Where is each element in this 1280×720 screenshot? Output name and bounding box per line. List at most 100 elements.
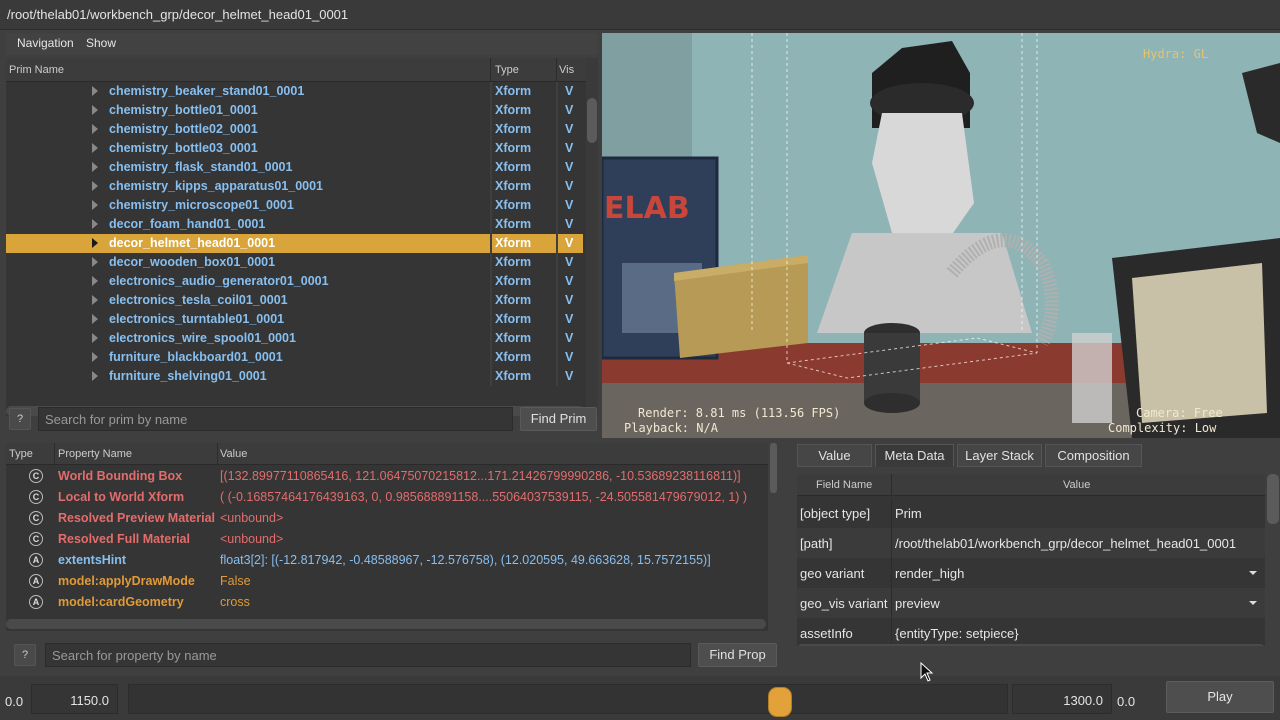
tree-row[interactable]: electronics_wire_spool01_0001 Xform V (6, 329, 583, 348)
property-row[interactable]: C Local to World Xform ( (-0.1685746417643… (6, 487, 768, 508)
tree-row[interactable]: chemistry_flask_stand01_0001 Xform V (6, 158, 583, 177)
tab-layer-stack[interactable]: Layer Stack (957, 444, 1042, 467)
prim-visibility[interactable]: V (565, 179, 573, 193)
expand-arrow-icon[interactable] (92, 124, 98, 134)
prim-visibility[interactable]: V (565, 141, 573, 155)
prim-visibility[interactable]: V (565, 312, 573, 326)
tree-row[interactable]: decor_foam_hand01_0001 Xform V (6, 215, 583, 234)
metadata-field-value[interactable]: render_high (895, 566, 964, 581)
property-row[interactable]: Amodel:applyDrawMode False (6, 571, 768, 592)
3d-viewport[interactable]: ELAB Hydra: GL Render: 8.81 ms (113.56 F… (602, 33, 1280, 438)
expand-arrow-icon[interactable] (92, 143, 98, 153)
metadata-row[interactable]: geo_vis variant preview (797, 588, 1265, 618)
property-search-input[interactable]: Search for property by name (45, 643, 691, 667)
col-field-name[interactable]: Field Name (816, 479, 872, 491)
prim-visibility[interactable]: V (565, 160, 573, 174)
col-prim-name[interactable]: Prim Name (9, 64, 64, 76)
tree-row[interactable]: chemistry_bottle03_0001 Xform V (6, 139, 583, 158)
prim-visibility[interactable]: V (565, 236, 573, 250)
find-prop-button[interactable]: Find Prop (698, 643, 777, 667)
property-row[interactable]: Amodel:cardGeometry cross (6, 592, 768, 613)
expand-arrow-icon[interactable] (92, 181, 98, 191)
metadata-table[interactable]: Field Name Value [object type] Prim [path]… (797, 474, 1265, 646)
tree-row[interactable]: furniture_shelving01_0001 Xform V (6, 367, 583, 386)
prim-visibility[interactable]: V (565, 331, 573, 345)
expand-arrow-icon[interactable] (92, 105, 98, 115)
expand-arrow-icon[interactable] (92, 219, 98, 229)
property-row[interactable]: C Resolved Full Material <unbound> (6, 529, 768, 550)
dropdown-arrow-icon[interactable] (1249, 571, 1257, 575)
tree-row[interactable]: chemistry_beaker_stand01_0001 Xform V (6, 82, 583, 101)
expand-arrow-icon[interactable] (92, 162, 98, 172)
property-horizontal-scrollbar[interactable] (6, 619, 766, 629)
property-table[interactable]: Type Property Name Value C World Bounding… (6, 443, 768, 631)
tree-vertical-scrollbar[interactable] (586, 58, 598, 416)
col-prop-value[interactable]: Value (220, 448, 247, 460)
prim-search-help-button[interactable]: ? (9, 408, 31, 430)
tab-composition[interactable]: Composition (1045, 444, 1142, 467)
expand-arrow-icon[interactable] (92, 295, 98, 305)
tree-row[interactable]: chemistry_kipps_apparatus01_0001 Xform V (6, 177, 583, 196)
tree-row[interactable]: decor_helmet_head01_0001 Xform V (6, 234, 583, 253)
metadata-row[interactable]: assetInfo {entityType: setpiece} (797, 618, 1265, 646)
prim-visibility[interactable]: V (565, 217, 573, 231)
prim-path-bar[interactable]: /root/thelab01/workbench_grp/decor_helme… (0, 0, 1280, 30)
tab-meta-data[interactable]: Meta Data (875, 444, 954, 467)
tree-row[interactable]: chemistry_bottle02_0001 Xform V (6, 120, 583, 139)
expand-arrow-icon[interactable] (92, 333, 98, 343)
prim-tree[interactable]: Prim Name Type Vis chemistry_beaker_stan… (6, 58, 586, 416)
dropdown-arrow-icon[interactable] (1249, 601, 1257, 605)
timeline-slider-handle[interactable] (768, 687, 792, 717)
expand-arrow-icon[interactable] (92, 86, 98, 96)
metadata-horizontal-scrollbar[interactable] (797, 644, 1265, 646)
menu-navigation[interactable]: Navigation (17, 36, 74, 50)
metadata-vertical-scrollbar[interactable] (1267, 474, 1279, 524)
metadata-row[interactable]: geo variant render_high (797, 558, 1265, 588)
prim-visibility[interactable]: V (565, 103, 573, 117)
property-search-help-button[interactable]: ? (14, 644, 36, 666)
prim-visibility[interactable]: V (565, 369, 573, 383)
metadata-field-value[interactable]: preview (895, 596, 940, 611)
find-prim-button[interactable]: Find Prim (520, 407, 597, 431)
tree-row[interactable]: decor_wooden_box01_0001 Xform V (6, 253, 583, 272)
play-button[interactable]: Play (1166, 681, 1274, 713)
property-row[interactable]: C Resolved Preview Material <unbound> (6, 508, 768, 529)
metadata-row[interactable]: [object type] Prim (797, 498, 1265, 528)
expand-arrow-icon[interactable] (92, 314, 98, 324)
prim-visibility[interactable]: V (565, 350, 573, 364)
prim-visibility[interactable]: V (565, 293, 573, 307)
col-prop-name[interactable]: Property Name (58, 448, 132, 460)
tree-row[interactable]: chemistry_microscope01_0001 Xform V (6, 196, 583, 215)
col-type[interactable]: Type (495, 64, 519, 76)
metadata-row[interactable]: [path] /root/thelab01/workbench_grp/decor… (797, 528, 1265, 558)
property-row[interactable]: AextentsHint float3[2]: [(-12.817942, -0.… (6, 550, 768, 571)
prim-visibility[interactable]: V (565, 198, 573, 212)
expand-arrow-icon[interactable] (92, 276, 98, 286)
timeline-slider-track[interactable] (128, 684, 1008, 714)
tree-row[interactable]: furniture_blackboard01_0001 Xform V (6, 348, 583, 367)
tab-value[interactable]: Value (797, 444, 872, 467)
prim-search-input[interactable]: Search for prim by name (38, 407, 513, 431)
expand-arrow-icon[interactable] (92, 352, 98, 362)
prim-visibility[interactable]: V (565, 274, 573, 288)
expand-arrow-icon[interactable] (92, 257, 98, 267)
expand-arrow-icon[interactable] (92, 371, 98, 381)
col-prop-type[interactable]: Type (9, 448, 33, 460)
expand-arrow-icon[interactable] (92, 238, 98, 248)
tree-row[interactable]: electronics_tesla_coil01_0001 Xform V (6, 291, 583, 310)
start-frame-field[interactable]: 1150.0 (31, 684, 118, 714)
prim-visibility[interactable]: V (565, 122, 573, 136)
tree-row[interactable]: electronics_turntable01_0001 Xform V (6, 310, 583, 329)
end-frame-field[interactable]: 1300.0 (1012, 684, 1112, 714)
tree-row[interactable]: electronics_audio_generator01_0001 Xform V (6, 272, 583, 291)
prim-visibility[interactable]: V (565, 84, 573, 98)
expand-arrow-icon[interactable] (92, 200, 98, 210)
menu-show[interactable]: Show (86, 36, 116, 50)
col-vis[interactable]: Vis (559, 64, 574, 76)
complexity-label: Complexity: Low (1108, 421, 1217, 435)
property-row[interactable]: C World Bounding Box [(132.89977110865416,… (6, 466, 768, 487)
tree-row[interactable]: chemistry_bottle01_0001 Xform V (6, 101, 583, 120)
col-meta-value[interactable]: Value (1063, 479, 1090, 491)
property-vertical-scrollbar[interactable] (770, 443, 777, 493)
prim-visibility[interactable]: V (565, 255, 573, 269)
